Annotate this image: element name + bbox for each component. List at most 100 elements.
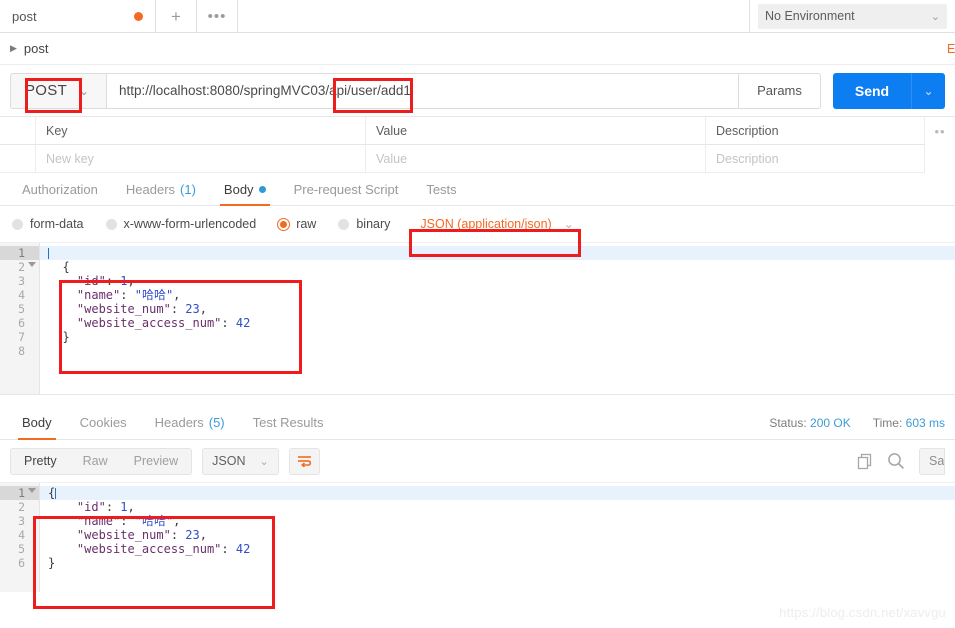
tab-label: Headers [125, 181, 176, 197]
json-token-punct: : [105, 274, 121, 288]
url-input[interactable]: http://localhost:8080/springMVC03/api/us… [106, 72, 739, 109]
chevron-down-icon: ⌄ [923, 83, 934, 98]
word-wrap-button[interactable] [288, 447, 320, 475]
params-table: Key Value Description •• New key Value D… [0, 116, 955, 173]
code-fold-arrow-icon[interactable] [28, 488, 36, 493]
request-tab-authorization[interactable]: Authorization [8, 173, 112, 205]
content-type-label: JSON (application/json) [420, 217, 552, 231]
json-token-punct: , [199, 528, 207, 542]
response-line-number: 4 [18, 528, 25, 542]
view-mode-preview[interactable]: Preview [121, 449, 191, 474]
request-code-line: "website_num": 23, [40, 302, 955, 316]
param-key-input[interactable]: New key [36, 145, 366, 173]
json-token-punct: , [199, 302, 207, 316]
response-body-viewer[interactable]: 123456 { "id": 1, "name": "哈哈", "website… [0, 482, 955, 592]
response-tab-body[interactable]: Body [8, 406, 66, 440]
request-code-line [40, 344, 955, 358]
response-tab-test-results[interactable]: Test Results [239, 406, 338, 439]
json-token-str: "哈哈" [134, 514, 174, 528]
request-line-number: 4 [18, 288, 25, 302]
breadcrumb: ▶ post E [0, 33, 955, 65]
tab-label: Authorization [22, 181, 98, 197]
request-line-number: 6 [18, 316, 25, 330]
request-editor-gutter: 12345678 [0, 243, 40, 394]
response-line-number: 5 [18, 542, 25, 556]
column-header-key: Key [36, 117, 366, 145]
status-value: 200 OK [810, 415, 851, 430]
request-tab-body[interactable]: Body [210, 173, 280, 206]
url-text: http://localhost:8080/springMVC03/api/us… [119, 83, 411, 98]
save-response-button[interactable]: Sa [919, 447, 945, 475]
request-code-line: "id": 1, [40, 274, 955, 288]
new-tab-button[interactable]: + [156, 0, 197, 32]
unsaved-changes-dot-icon [134, 11, 143, 21]
request-tab-pre-request-script[interactable]: Pre-request Script [280, 173, 413, 205]
request-tab-tests[interactable]: Tests [412, 173, 470, 205]
text-cursor [48, 248, 49, 259]
tab-label: Tests [426, 181, 457, 197]
send-options-button[interactable]: ⌄ [911, 72, 945, 109]
request-tab-headers[interactable]: Headers (1) [112, 173, 210, 205]
response-format-selector[interactable]: JSON ⌄ [202, 447, 279, 475]
body-type-form-data[interactable]: form-data [12, 217, 84, 231]
response-tab-headers[interactable]: Headers (5) [141, 406, 239, 439]
params-button[interactable]: Params [739, 72, 821, 109]
request-section-tabs: Authorization Headers (1) Body Pre-request S… [0, 173, 955, 206]
row-gutter [0, 117, 36, 145]
request-editor-code[interactable]: { "id": 1, "name": "哈哈", "website_num": … [40, 243, 955, 394]
body-type-x-www-form-urlencoded[interactable]: x-www-form-urlencoded [105, 217, 257, 231]
view-mode-raw[interactable]: Raw [70, 449, 121, 474]
content-type-selector[interactable]: JSON (application/json) ⌄ [412, 214, 581, 234]
body-type-raw[interactable]: raw [278, 217, 316, 231]
response-viewer-code[interactable]: { "id": 1, "name": "哈哈", "website_num": … [40, 483, 955, 592]
json-token-punct: { [62, 260, 70, 274]
response-view-mode-group: Pretty Raw Preview [10, 447, 193, 475]
response-tab-cookies[interactable]: Cookies [66, 406, 141, 439]
body-type-label: x-www-form-urlencoded [123, 217, 257, 231]
json-token-punct: { [48, 486, 56, 500]
tab-options-button[interactable]: ••• [197, 0, 238, 32]
examples-link[interactable]: E [947, 42, 955, 56]
request-code-line: { [40, 260, 955, 274]
request-line-number: 5 [18, 302, 25, 316]
body-present-dot-icon [258, 185, 266, 193]
response-code-line: { [40, 486, 955, 500]
json-token-punct: : [221, 542, 236, 556]
params-table-header: Key Value Description •• [0, 117, 955, 145]
code-fold-arrow-icon[interactable] [28, 262, 36, 267]
params-table-row[interactable]: New key Value Description [0, 145, 955, 173]
bulk-edit-ellipsis-icon[interactable]: •• [925, 117, 955, 145]
send-button[interactable]: Send [833, 72, 911, 109]
watermark: https://blog.csdn.net/xavvgu [779, 605, 946, 620]
json-token-punct: } [48, 556, 56, 570]
save-response-label: Sa [929, 454, 945, 468]
param-value-input[interactable]: Value [366, 145, 706, 173]
request-tab-post[interactable]: post [0, 0, 156, 32]
json-token-key: "website_num" [76, 528, 171, 542]
response-code-line: "website_num": 23, [40, 528, 955, 542]
body-type-binary[interactable]: binary [338, 217, 390, 231]
triangle-right-icon[interactable]: ▶ [10, 43, 17, 54]
response-toolbar: Pretty Raw Preview JSON ⌄ Sa [0, 440, 955, 482]
panel-splitter[interactable] [0, 394, 955, 406]
response-line-number: 2 [18, 500, 25, 514]
json-token-key: "website_access_num" [76, 542, 222, 556]
json-token-punct: : [105, 500, 121, 514]
param-description-input[interactable]: Description [706, 145, 925, 173]
json-token-punct: , [173, 288, 181, 302]
view-mode-pretty[interactable]: Pretty [11, 448, 70, 474]
json-token-num: 1 [120, 500, 128, 514]
radio-button-icon [12, 218, 23, 230]
http-method-selector[interactable]: POST ⌄ [10, 72, 106, 109]
plus-icon: + [171, 6, 181, 26]
request-body-editor[interactable]: 12345678 { "id": 1, "name": "哈哈", "websi… [0, 242, 955, 394]
chevron-down-icon: ⌄ [259, 455, 269, 468]
environment-selector[interactable]: No Environment ⌄ [758, 3, 947, 29]
copy-response-button[interactable] [857, 453, 873, 470]
search-response-button[interactable] [887, 452, 905, 470]
